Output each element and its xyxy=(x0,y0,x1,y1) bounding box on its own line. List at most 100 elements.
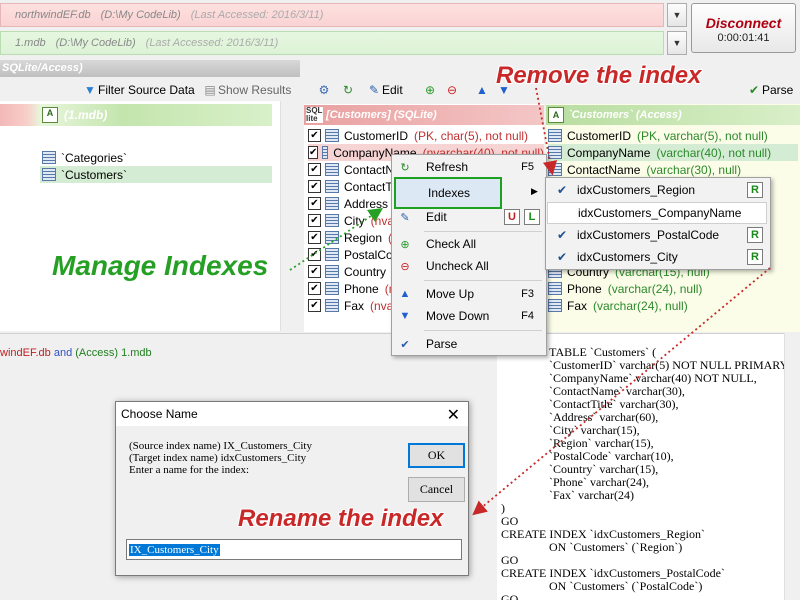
annotation-manage-indexes: Manage Indexes xyxy=(52,250,269,281)
remove-column-icon[interactable]: ⊖ xyxy=(444,82,460,98)
remove-index-badge[interactable]: R xyxy=(747,182,763,198)
menu-shortcut: F3 xyxy=(521,288,534,300)
column-checkbox[interactable]: ✔ xyxy=(308,163,321,176)
disconnect-label: Disconnect xyxy=(705,15,782,31)
target-column-row[interactable]: Fax (varchar(24), null) xyxy=(548,297,688,314)
column-icon xyxy=(325,282,339,295)
index-item-companyname[interactable]: idxCustomers_CompanyName xyxy=(547,202,767,224)
source-column-row[interactable]: ✔ ContactN xyxy=(308,161,400,178)
index-name-value: IX_Customers_City xyxy=(129,544,220,556)
column-icon xyxy=(548,299,562,312)
source-column-row[interactable]: ✔Country(n xyxy=(308,263,403,280)
show-results-button[interactable]: ▤ Show Results xyxy=(202,82,291,98)
menu-item-parse[interactable]: ✔ Parse xyxy=(392,333,546,355)
remove-index-badge[interactable]: R xyxy=(747,227,763,243)
tree-scrollbar[interactable] xyxy=(280,101,296,331)
menu-item-uncheck-all[interactable]: ⊖ Uncheck All xyxy=(392,255,546,277)
menu-label: Parse xyxy=(426,337,458,351)
source-column-row[interactable]: ✔ Address xyxy=(308,195,394,212)
source-connection-field[interactable]: northwindEF.db (D:\My CodeLib) (Last Acc… xyxy=(0,3,664,27)
sql-line: GO xyxy=(501,593,800,600)
column-checkbox[interactable]: ✔ xyxy=(308,146,319,159)
tree-db-label: (1.mdb) xyxy=(64,108,108,122)
sql-line-text: `Fax` varchar(24) xyxy=(549,488,634,502)
tree-database-header[interactable]: A (1.mdb) xyxy=(0,104,272,126)
column-checkbox[interactable]: ✔ xyxy=(308,129,321,142)
edit-button[interactable]: ✎ Edit xyxy=(366,82,403,98)
menu-item-refresh[interactable]: ↻ Refresh F5 xyxy=(392,156,546,178)
source-column-row[interactable]: ✔ Fax (nvar xyxy=(308,297,397,314)
menu-label: Refresh xyxy=(426,160,469,174)
index-item-postalcode[interactable]: ✔ idxCustomers_PostalCode R xyxy=(547,224,769,246)
source-column-row[interactable]: ✔ City (nva xyxy=(308,212,394,229)
menu-item-indexes[interactable]: Indexes xyxy=(394,177,502,209)
column-checkbox[interactable]: ✔ xyxy=(308,265,321,278)
menu-shortcut: F5 xyxy=(521,161,534,173)
source-column-row[interactable]: ✔Region(n xyxy=(308,229,399,246)
target-last-accessed: (Last Accessed: 2016/3/11) xyxy=(145,37,279,49)
sql-script-panel[interactable]: CREATE TABLE `Customers` (`CustomerID` v… xyxy=(497,333,800,600)
menu-separator xyxy=(424,330,542,331)
sql-scrollbar[interactable] xyxy=(784,333,800,600)
unique-badge: U xyxy=(504,209,520,225)
column-checkbox[interactable]: ✔ xyxy=(308,282,321,295)
target-column-row[interactable]: ContactName (varchar(30), null) xyxy=(548,161,741,178)
remove-index-badge[interactable]: R xyxy=(747,249,763,265)
index-name-input[interactable]: IX_Customers_City xyxy=(126,539,462,560)
tree-item-customers[interactable]: `Customers` xyxy=(40,166,272,183)
edit-icon: ✎ xyxy=(400,211,410,224)
source-column-row[interactable]: ✔ CustomerID (PK, char(5), not null) xyxy=(308,127,528,144)
sql-line: `Fax` varchar(24) xyxy=(501,489,800,502)
close-icon[interactable]: ✕ xyxy=(447,404,460,428)
refresh-icon: ↻ xyxy=(400,161,410,174)
column-checkbox[interactable]: ✔ xyxy=(308,248,321,261)
source-column-row[interactable]: ✔ ContactTi xyxy=(308,178,401,195)
filter-source-data-button[interactable]: ▼ Filter Source Data xyxy=(82,82,195,98)
column-checkbox[interactable]: ✔ xyxy=(308,197,321,210)
target-column-row[interactable]: CustomerID (PK, varchar(5), not null) xyxy=(548,127,768,144)
column-type: (PK, varchar(5), not null) xyxy=(637,128,768,143)
edit-label: Edit xyxy=(382,83,403,97)
sql-line: ON `Customers` (`PostalCode`) xyxy=(501,580,800,593)
column-name: ContactName xyxy=(567,162,641,177)
target-column-row[interactable]: CompanyName (varchar(40), not null) xyxy=(548,144,798,161)
target-connection-field[interactable]: 1.mdb (D:\My CodeLib) (Last Accessed: 20… xyxy=(0,31,664,55)
source-dropdown-button[interactable]: ▼ xyxy=(667,3,687,27)
source-column-row[interactable]: ✔Phone(n xyxy=(308,280,395,297)
edit-icon: ✎ xyxy=(368,83,380,97)
menu-label: Uncheck All xyxy=(426,259,489,273)
target-dropdown-button[interactable]: ▼ xyxy=(667,31,687,55)
menu-item-edit[interactable]: ✎ Edit U L xyxy=(392,206,546,228)
cancel-button[interactable]: Cancel xyxy=(408,477,465,502)
parse-button[interactable]: ✔ Parse xyxy=(746,82,793,98)
disconnect-button[interactable]: Disconnect 0:00:01:41 xyxy=(691,3,796,53)
menu-item-move-up[interactable]: ▲ Move Up F3 xyxy=(392,283,546,305)
dialog-source-name: (Source index name) IX_Customers_City xyxy=(129,440,312,452)
move-up-icon[interactable]: ▲ xyxy=(474,82,490,98)
schema-icon[interactable]: ⚙ xyxy=(316,82,332,98)
column-checkbox[interactable]: ✔ xyxy=(308,180,321,193)
add-column-icon[interactable]: ⊕ xyxy=(422,82,438,98)
column-checkbox[interactable]: ✔ xyxy=(308,299,321,312)
column-checkbox[interactable]: ✔ xyxy=(308,231,321,244)
dialog-title: Choose Name xyxy=(121,407,198,421)
menu-item-check-all[interactable]: ⊕ Check All xyxy=(392,233,546,255)
sql-line-text: `Country` varchar(15), xyxy=(549,462,659,476)
sql-script-text: CREATE TABLE `Customers` (`CustomerID` v… xyxy=(501,346,800,600)
target-column-row[interactable]: Phone (varchar(24), null) xyxy=(548,280,702,297)
column-name: Address xyxy=(344,196,389,211)
tree-item-categories[interactable]: `Categories` xyxy=(42,149,127,166)
annotation-rename-index: Rename the index xyxy=(238,505,444,532)
ok-button[interactable]: OK xyxy=(408,443,465,468)
sql-line-text: `ContactTitle` varchar(30), xyxy=(549,397,679,411)
target-grid-title: `Customers` (Access) xyxy=(568,109,682,121)
menu-item-move-down[interactable]: ▼ Move Down F4 xyxy=(392,305,546,327)
index-item-city[interactable]: ✔ idxCustomers_City R xyxy=(547,246,769,268)
dialog-target-name: (Target index name) idxCustomers_City xyxy=(129,452,307,464)
sql-line: ON `Customers` (`Region`) xyxy=(501,541,800,554)
sql-line-text: GO xyxy=(501,592,519,600)
move-up-icon: ▲ xyxy=(399,288,411,300)
refresh-icon[interactable]: ↻ xyxy=(340,82,356,98)
column-checkbox[interactable]: ✔ xyxy=(308,214,321,227)
index-item-region[interactable]: ✔ idxCustomers_Region R xyxy=(547,179,769,201)
